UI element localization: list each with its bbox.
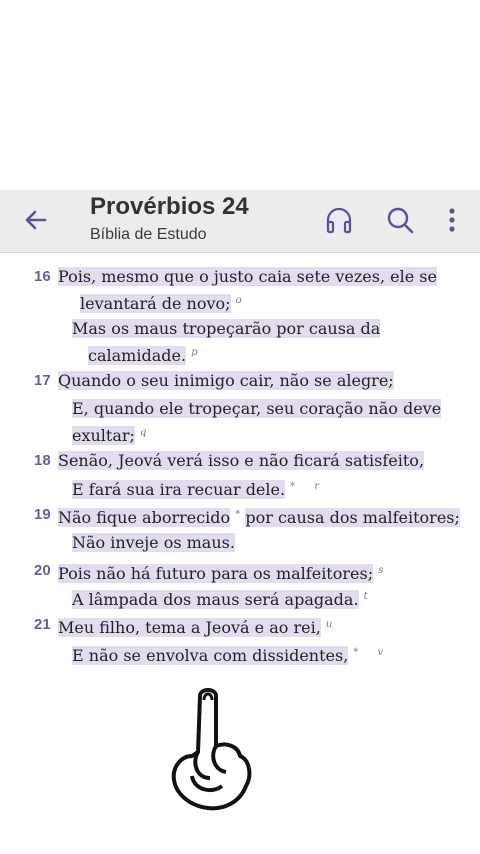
more-vertical-icon [449, 208, 455, 232]
verse-line[interactable]: E não se envolva com dissidentes, * v [72, 642, 383, 667]
verse-line[interactable]: Mas os maus tropeçarão por causa da [72, 318, 381, 340]
verse-number[interactable]: 21 [34, 616, 51, 633]
verse-line[interactable]: Pois, mesmo que o justo caia sete vezes,… [58, 266, 437, 288]
footnote-marker: q [140, 427, 147, 438]
headphones-icon [326, 207, 352, 234]
footnote-marker: t [363, 591, 368, 602]
verse-line[interactable]: Quando o seu inimigo cair, não se alegre… [58, 370, 394, 392]
page-subtitle: Bíblia de Estudo [90, 226, 207, 243]
app-header: Provérbios 24 Bíblia de Estudo [0, 190, 480, 253]
verse-line[interactable]: Pois não há futuro para os malfeitores; … [58, 560, 383, 585]
verse-number[interactable]: 19 [34, 506, 51, 523]
verse-number[interactable]: 17 [34, 372, 51, 389]
audio-button[interactable] [323, 204, 355, 236]
verse-line[interactable]: levantará de novo; o [80, 290, 242, 315]
page-title: Provérbios 24 [90, 193, 249, 220]
verse-line[interactable]: calamidade. p [88, 342, 198, 367]
verse-line[interactable]: A lâmpada dos maus será apagada. t [72, 586, 368, 611]
verse-line[interactable]: Não inveje os maus. [72, 532, 235, 554]
verse-line[interactable]: exultar; q [72, 422, 146, 447]
footnote-marker: r [314, 481, 320, 492]
verse-number[interactable]: 16 [34, 268, 51, 285]
verse-line[interactable]: Senão, Jeová verá isso e não ficará sati… [58, 450, 425, 472]
footnote-marker: p [191, 347, 198, 358]
verse-line[interactable]: E, quando ele tropeçar, seu coração não … [72, 398, 442, 420]
verse-line[interactable]: Meu filho, tema a Jeová e ao rei, u [58, 614, 332, 639]
footnote-marker: v [377, 647, 384, 658]
verse-number[interactable]: 20 [34, 562, 51, 579]
tap-hand-icon [171, 688, 252, 811]
footnote-marker: u [325, 619, 333, 630]
arrow-left-icon [25, 210, 47, 230]
verse-number[interactable]: 18 [34, 452, 51, 469]
search-icon [387, 207, 414, 234]
back-button[interactable] [20, 204, 52, 236]
verse-line[interactable]: E fará sua ira recuar dele. * r [72, 476, 319, 501]
search-button[interactable] [384, 204, 416, 236]
more-options-button[interactable] [440, 204, 464, 236]
verse-line[interactable]: Não fique aborrecido * por causa dos mal… [58, 504, 460, 529]
footnote-marker: * [290, 481, 296, 492]
footnote-marker: o [235, 295, 242, 306]
footnote-marker: * [235, 509, 241, 520]
footnote-marker: * [353, 647, 359, 658]
footnote-marker: s [378, 565, 384, 576]
